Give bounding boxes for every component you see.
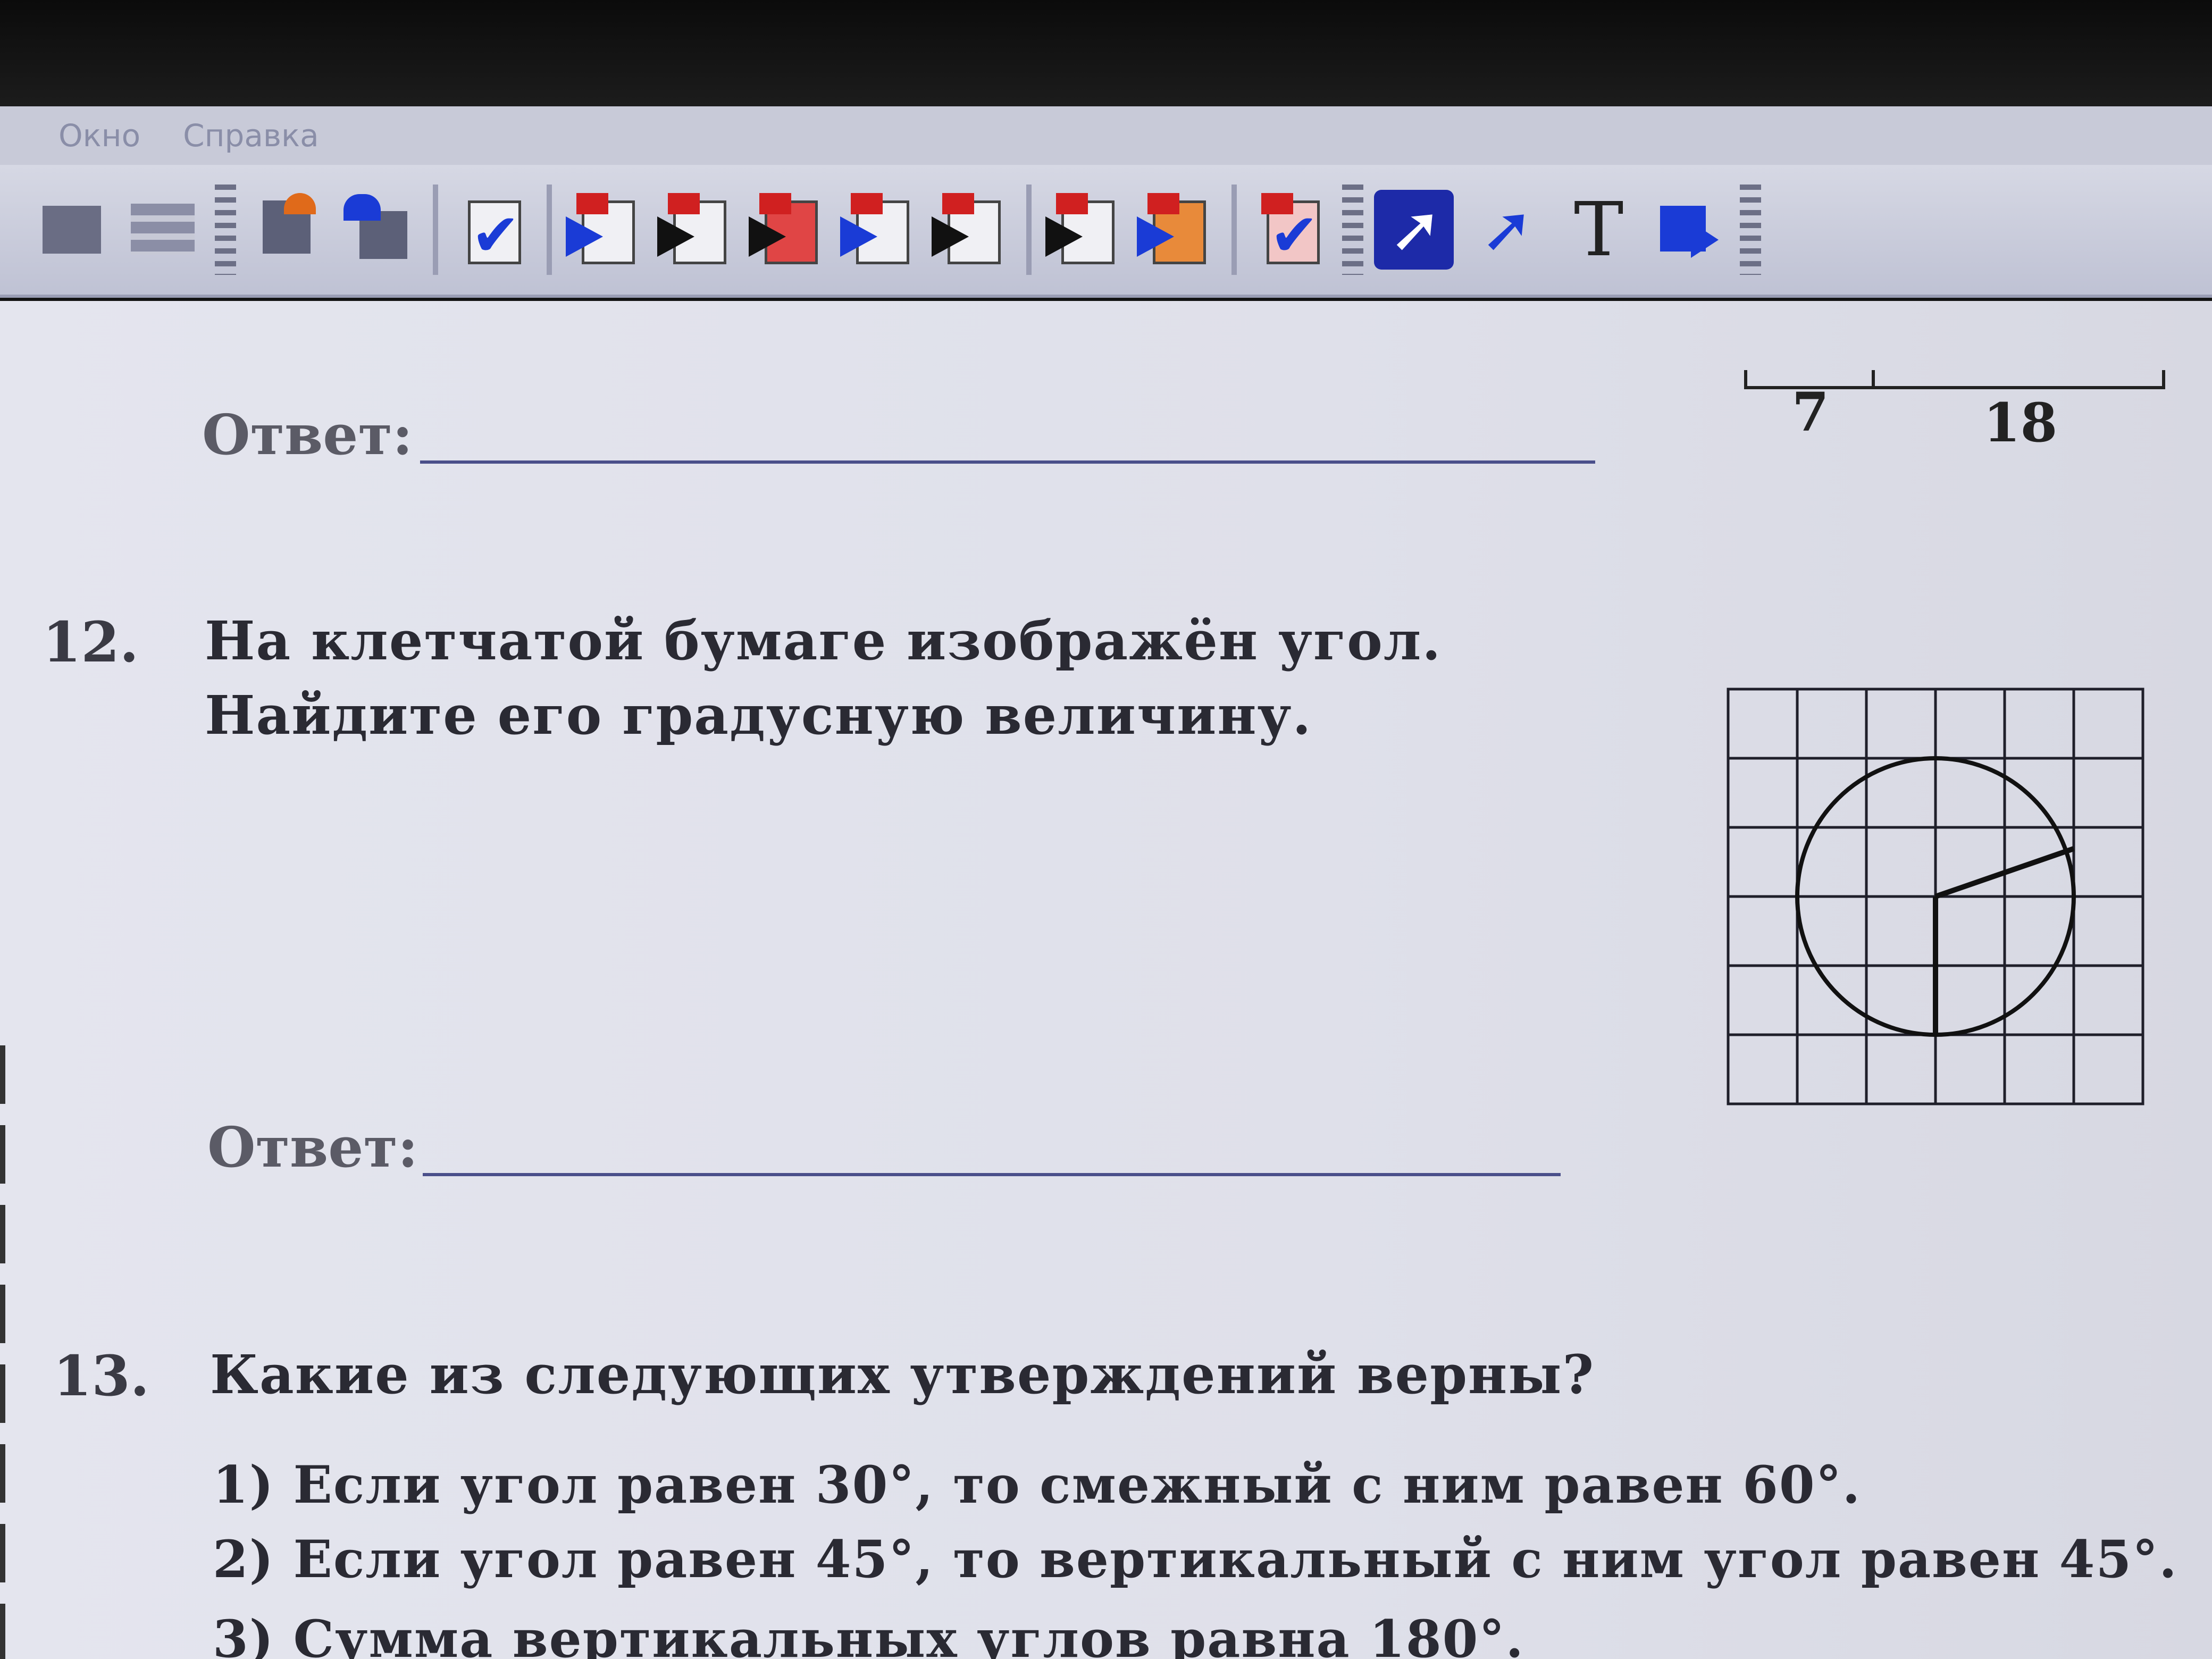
grid-angle-figure: [1727, 688, 2144, 1105]
answer-field[interactable]: [423, 1173, 1561, 1176]
toolbar-separator: [1026, 185, 1032, 275]
toolbar-separator: [433, 185, 438, 275]
question-text: Какие из следующих утверждений верны?: [210, 1343, 1595, 1406]
view-icon[interactable]: [32, 190, 112, 270]
question-number: 12.: [43, 609, 139, 675]
export-audio-icon[interactable]: [1045, 190, 1125, 270]
select-arrow-icon[interactable]: ➚: [1465, 190, 1545, 270]
question-text: Найдите его градусную величину.: [205, 684, 1312, 747]
pointer-arrow-icon: ➚: [1480, 192, 1534, 266]
question-text: На клетчатой бумаге изображён угол.: [205, 609, 1442, 672]
screen-bezel: [0, 0, 2212, 106]
export-image-icon[interactable]: [840, 190, 920, 270]
export-color-icon[interactable]: [1137, 190, 1217, 270]
toolbar: ✔ ✔ ➚ ➚ T: [0, 165, 2212, 298]
figure-label: 18: [1983, 391, 2058, 454]
answer-option: 1) Если угол равен 30°, то смежный с ним…: [213, 1455, 1862, 1515]
checkmark-icon: ✔: [1270, 201, 1319, 269]
figure-label: 7: [1792, 381, 1829, 443]
toolbar-separator: [1231, 185, 1237, 275]
grip-icon[interactable]: [215, 185, 236, 275]
grip-icon[interactable]: [1342, 185, 1363, 275]
answer-label: Ответ:: [202, 402, 413, 467]
menu-window[interactable]: Окно: [58, 118, 140, 154]
checklist-icon[interactable]: ✔: [452, 190, 532, 270]
previous-figure-remnant: [1872, 370, 1875, 389]
question-number: 13.: [53, 1343, 149, 1409]
grip-icon[interactable]: [1740, 185, 1761, 275]
menu-help[interactable]: Справка: [183, 118, 319, 154]
menu-bar: Окно Справка: [0, 106, 2212, 165]
toolbar-separator: [547, 185, 552, 275]
select-area-icon[interactable]: ➚: [1374, 190, 1454, 270]
export-red-icon[interactable]: [749, 190, 828, 270]
document-page: 7 18 Ответ: 12. На клетчатой бумаге изоб…: [0, 301, 2212, 1659]
list-view-icon[interactable]: [123, 190, 203, 270]
checkmark-icon: ✔: [471, 201, 521, 269]
answer-field[interactable]: [420, 460, 1595, 464]
open-doc-icon[interactable]: [247, 190, 326, 270]
answer-option: 2) Если угол равен 45°, то вертикальный …: [213, 1529, 2178, 1589]
text-tool-icon[interactable]: T: [1557, 190, 1637, 270]
save-doc-icon[interactable]: [338, 190, 418, 270]
answer-option: 3) Сумма вертикальных углов равна 180°.: [213, 1609, 1524, 1659]
page-edge: [0, 1045, 5, 1659]
check-doc-icon[interactable]: ✔: [1251, 190, 1330, 270]
export-blue-icon[interactable]: [566, 190, 646, 270]
answer-label: Ответ:: [207, 1115, 418, 1180]
blue-shape-icon[interactable]: [1648, 190, 1728, 270]
cursor-arrow-icon: ➚: [1389, 192, 1443, 266]
export-text-icon[interactable]: [932, 190, 1011, 270]
export-table-icon[interactable]: [657, 190, 737, 270]
